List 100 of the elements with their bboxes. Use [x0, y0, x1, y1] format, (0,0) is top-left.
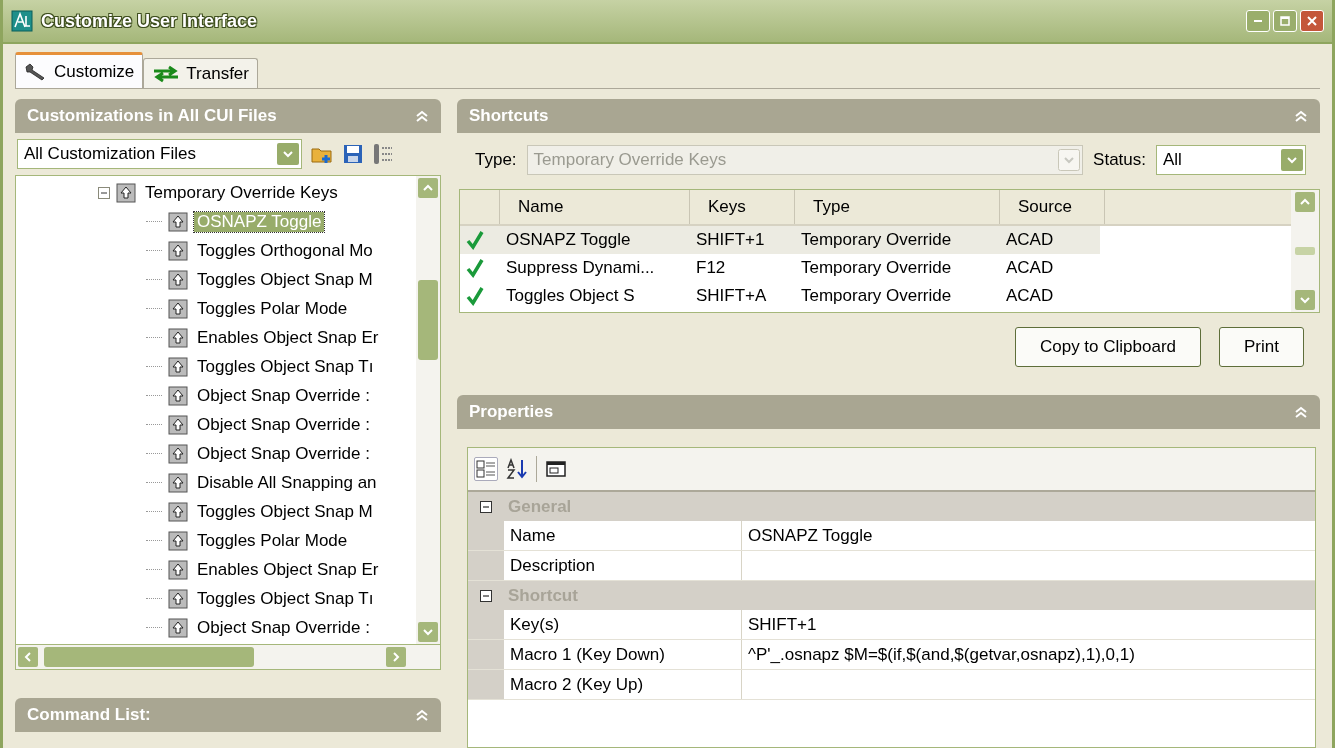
categorized-view-icon[interactable] — [474, 457, 498, 481]
collapse-icon[interactable] — [415, 708, 429, 722]
table-cell-text: F12 — [695, 257, 727, 279]
maximize-button[interactable] — [1273, 10, 1297, 32]
panel-title: Customizations in All CUI Files — [27, 106, 277, 126]
property-name: Macro 2 (Key Up) — [504, 670, 742, 699]
file-dropdown[interactable]: All Customization Files — [17, 139, 302, 169]
window-title: Customize User Interface — [41, 10, 258, 32]
table-cell-text: Toggles Object S — [505, 285, 636, 307]
tree-item[interactable]: Toggles Object Snap M — [194, 501, 376, 522]
list-options-icon[interactable] — [372, 142, 394, 166]
shift-key-icon — [168, 472, 188, 493]
close-button[interactable] — [1300, 10, 1324, 32]
scroll-up-button[interactable] — [1295, 192, 1315, 212]
tree-item[interactable]: Object Snap Override : — [194, 414, 373, 435]
tree-item[interactable]: Object Snap Override : — [194, 617, 373, 638]
tree-item[interactable]: Object Snap Override : — [194, 385, 373, 406]
collapse-toggle-icon[interactable] — [480, 589, 492, 602]
status-dropdown[interactable]: All — [1156, 145, 1306, 175]
collapse-toggle-icon[interactable] — [98, 186, 110, 199]
window-icon[interactable] — [545, 458, 567, 480]
column-header[interactable]: Source — [1000, 190, 1105, 224]
panel-title: Command List: — [27, 705, 151, 725]
property-value[interactable]: ^P'_.osnapz $M=$(if,$(and,$(getvar,osnapz),1),0,1) — [742, 640, 1315, 669]
row-gutter — [468, 610, 504, 639]
shift-key-icon — [168, 443, 188, 464]
maximize-icon — [1279, 15, 1291, 27]
collapse-toggle-icon[interactable] — [480, 500, 492, 513]
shift-key-icon — [168, 385, 188, 406]
field-label: Type: — [475, 150, 517, 170]
shift-key-icon — [168, 501, 188, 522]
tree-item[interactable]: Object Snap Override : — [194, 443, 373, 464]
tree-item[interactable]: Temporary Override Keys — [142, 182, 341, 203]
panel-title: Shortcuts — [469, 106, 549, 126]
tree-item[interactable]: Toggles Object Snap M — [194, 269, 376, 290]
sort-alphabetical-icon[interactable] — [506, 458, 528, 480]
scroll-thumb[interactable] — [1295, 247, 1315, 255]
shift-key-icon — [168, 617, 188, 638]
tree-item[interactable]: Enables Object Snap Er — [194, 559, 382, 580]
horizontal-scrollbar[interactable] — [15, 645, 441, 670]
collapse-icon[interactable] — [1294, 405, 1308, 419]
row-gutter — [468, 551, 504, 580]
action-button[interactable]: Copy to Clipboard — [1014, 327, 1202, 367]
tree-item[interactable]: Toggles Object Snap Tı — [194, 356, 377, 377]
tree-item[interactable]: Toggles Object Snap Tı — [194, 588, 377, 609]
property-value[interactable]: SHIFT+1 — [742, 610, 1315, 639]
table-cell-text: Suppress Dynami... — [505, 257, 656, 279]
tree-item[interactable]: Enables Object Snap Er — [194, 327, 382, 348]
table-cell-text: Temporary Override — [800, 229, 953, 251]
tree-item[interactable]: Toggles Orthogonal Mo — [194, 240, 376, 261]
shift-key-icon — [168, 211, 188, 232]
field-label: Status: — [1093, 150, 1146, 170]
minimize-icon — [1254, 20, 1262, 22]
vertical-scrollbar[interactable] — [1291, 190, 1319, 312]
property-name: Description — [504, 551, 742, 580]
column-header[interactable]: Name — [500, 190, 690, 224]
vertical-scrollbar[interactable] — [416, 176, 440, 644]
scroll-right-button[interactable] — [386, 647, 406, 667]
tree-item[interactable]: Toggles Polar Mode — [194, 530, 351, 551]
scroll-thumb[interactable] — [44, 647, 254, 667]
table-row[interactable]: Toggles Object S SHIFT+A Temporary Override ACAD — [460, 282, 1291, 310]
scroll-left-button[interactable] — [18, 647, 38, 667]
table-cell-text: ACAD — [1005, 257, 1055, 279]
shift-key-icon — [168, 559, 188, 580]
save-icon[interactable] — [342, 143, 364, 165]
tab[interactable]: Transfer — [143, 58, 258, 88]
shift-key-icon — [168, 530, 188, 551]
minimize-button[interactable] — [1246, 10, 1270, 32]
table-cell-text: SHIFT+A — [695, 285, 768, 307]
tree-item[interactable]: Toggles Polar Mode — [194, 298, 351, 319]
column-header[interactable]: Keys — [690, 190, 795, 224]
property-name: Name — [504, 521, 742, 550]
property-name: Key(s) — [504, 610, 742, 639]
table-cell-text: ACAD — [1005, 285, 1055, 307]
shift-key-icon — [168, 327, 188, 348]
scroll-down-button[interactable] — [1295, 290, 1315, 310]
app-logo-icon — [11, 10, 33, 32]
row-gutter — [468, 670, 504, 699]
shift-key-icon — [168, 298, 188, 319]
table-cell-text: OSNAPZ Toggle — [505, 229, 632, 251]
scroll-up-button[interactable] — [418, 178, 438, 198]
row-gutter — [468, 640, 504, 669]
tab[interactable]: Customize — [15, 52, 144, 88]
action-button[interactable]: Print — [1219, 327, 1304, 367]
shift-key-icon — [168, 269, 188, 290]
column-header[interactable]: Type — [795, 190, 1000, 224]
table-row[interactable]: Suppress Dynami... F12 Temporary Override ACAD — [460, 254, 1291, 282]
table-cell-text: Temporary Override — [800, 285, 953, 307]
shift-key-icon — [168, 356, 188, 377]
row-gutter — [468, 521, 504, 550]
table-cell-text: Temporary Override — [800, 257, 953, 279]
scroll-down-button[interactable] — [418, 622, 438, 642]
shift-key-icon — [168, 414, 188, 435]
collapse-icon[interactable] — [415, 109, 429, 123]
arrows-icon — [152, 64, 181, 83]
shift-key-icon — [168, 240, 188, 261]
tree-item[interactable]: Disable All Snapping an — [194, 472, 380, 493]
collapse-icon[interactable] — [1294, 109, 1308, 123]
property-value[interactable]: OSNAPZ Toggle — [742, 521, 1315, 550]
scroll-thumb[interactable] — [418, 280, 438, 360]
